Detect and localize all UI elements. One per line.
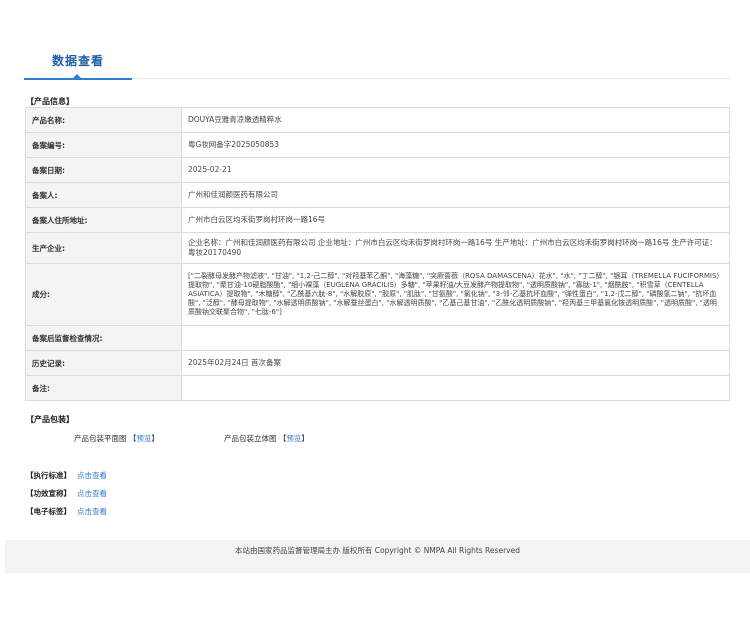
packaging-flat-label: 产品包装平面图 bbox=[74, 434, 127, 443]
row-key: 备案人: bbox=[25, 182, 182, 208]
row-value: 企业名称：广州和佳润颜医药有限公司 企业地址：广州市白云区均禾街罗岗村环岗一路1… bbox=[181, 232, 730, 264]
row-key: 备案编号: bbox=[25, 132, 182, 158]
row-key: 备案人住所地址: bbox=[25, 207, 182, 233]
row-value: 广州和佳润颜医药有限公司 bbox=[181, 182, 730, 208]
row-value bbox=[181, 375, 730, 401]
row-value: DOUYA豆雅青凉嫩透精粹水 bbox=[181, 107, 730, 133]
link-row-e-label: 【电子标签】 点击查看 bbox=[26, 506, 107, 517]
row-key: 生产企业: bbox=[25, 232, 182, 264]
section-title-product-packaging: 【产品包装】 bbox=[26, 415, 74, 424]
packaging-solid-preview-link[interactable]: 预览 bbox=[286, 434, 301, 443]
bracket-close: 】 bbox=[301, 434, 309, 443]
row-value: 粤G妆网备字2025050853 bbox=[181, 132, 730, 158]
table-row: 产品名称: DOUYA豆雅青凉嫩透精粹水 bbox=[25, 107, 730, 133]
link-row-standard: 【执行标准】 点击查看 bbox=[26, 470, 107, 481]
row-key: 产品名称: bbox=[25, 107, 182, 133]
row-value: 2025年02月24日 首次备案 bbox=[181, 350, 730, 376]
standard-view-link[interactable]: 点击查看 bbox=[77, 471, 107, 480]
footer: 本站由国家药品监督管理局主办 版权所有 Copyright © NMPA All… bbox=[5, 540, 750, 573]
packaging-flat-preview-link[interactable]: 预览 bbox=[136, 434, 151, 443]
row-value bbox=[181, 325, 730, 351]
table-row: 备案日期: 2025-02-21 bbox=[25, 157, 730, 183]
table-row: 备案人: 广州和佳润颜医药有限公司 bbox=[25, 182, 730, 208]
product-info-table: 产品名称: DOUYA豆雅青凉嫩透精粹水 备案编号: 粤G妆网备字2025050… bbox=[25, 107, 730, 401]
row-key: 成分: bbox=[25, 263, 182, 326]
row-value: ["二裂酵母发酵产物滤液", "甘油", "1,2-己二醇", "对羟基苯乙酮"… bbox=[181, 263, 730, 326]
tab-active-caret-icon bbox=[72, 74, 82, 79]
table-row: 备案人住所地址: 广州市白云区均禾街罗岗村环岗一路16号 bbox=[25, 207, 730, 233]
table-row: 生产企业: 企业名称：广州和佳润颜医药有限公司 企业地址：广州市白云区均禾街罗岗… bbox=[25, 232, 730, 264]
section-title-product-info: 【产品信息】 bbox=[26, 97, 74, 106]
row-value: 2025-02-21 bbox=[181, 157, 730, 183]
efficacy-label: 【功效宣称】 bbox=[26, 489, 71, 498]
link-row-efficacy: 【功效宣称】 点击查看 bbox=[26, 488, 107, 499]
efficacy-view-link[interactable]: 点击查看 bbox=[77, 489, 107, 498]
table-row: 备案后监督检查情况: bbox=[25, 325, 730, 351]
packaging-flat: 产品包装平面图 【预览】 bbox=[74, 433, 159, 444]
footer-copyright: 本站由国家药品监督管理局主办 版权所有 Copyright © NMPA All… bbox=[235, 546, 520, 555]
e-label-view-link[interactable]: 点击查看 bbox=[77, 507, 107, 516]
row-key: 备注: bbox=[25, 375, 182, 401]
packaging-solid-label: 产品包装立体图 bbox=[224, 434, 277, 443]
e-label-label: 【电子标签】 bbox=[26, 507, 71, 516]
table-row: 历史记录: 2025年02月24日 首次备案 bbox=[25, 350, 730, 376]
row-key: 历史记录: bbox=[25, 350, 182, 376]
row-key: 备案后监督检查情况: bbox=[25, 325, 182, 351]
packaging-solid: 产品包装立体图 【预览】 bbox=[224, 433, 309, 444]
row-key: 备案日期: bbox=[25, 157, 182, 183]
table-row: 备注: bbox=[25, 375, 730, 401]
row-value: 广州市白云区均禾街罗岗村环岗一路16号 bbox=[181, 207, 730, 233]
standard-label: 【执行标准】 bbox=[26, 471, 71, 480]
table-row: 备案编号: 粤G妆网备字2025050853 bbox=[25, 132, 730, 158]
table-row: 成分: ["二裂酵母发酵产物滤液", "甘油", "1,2-己二醇", "对羟基… bbox=[25, 263, 730, 326]
tab-bar: 数据查看 bbox=[24, 40, 730, 80]
bracket-close: 】 bbox=[151, 434, 159, 443]
